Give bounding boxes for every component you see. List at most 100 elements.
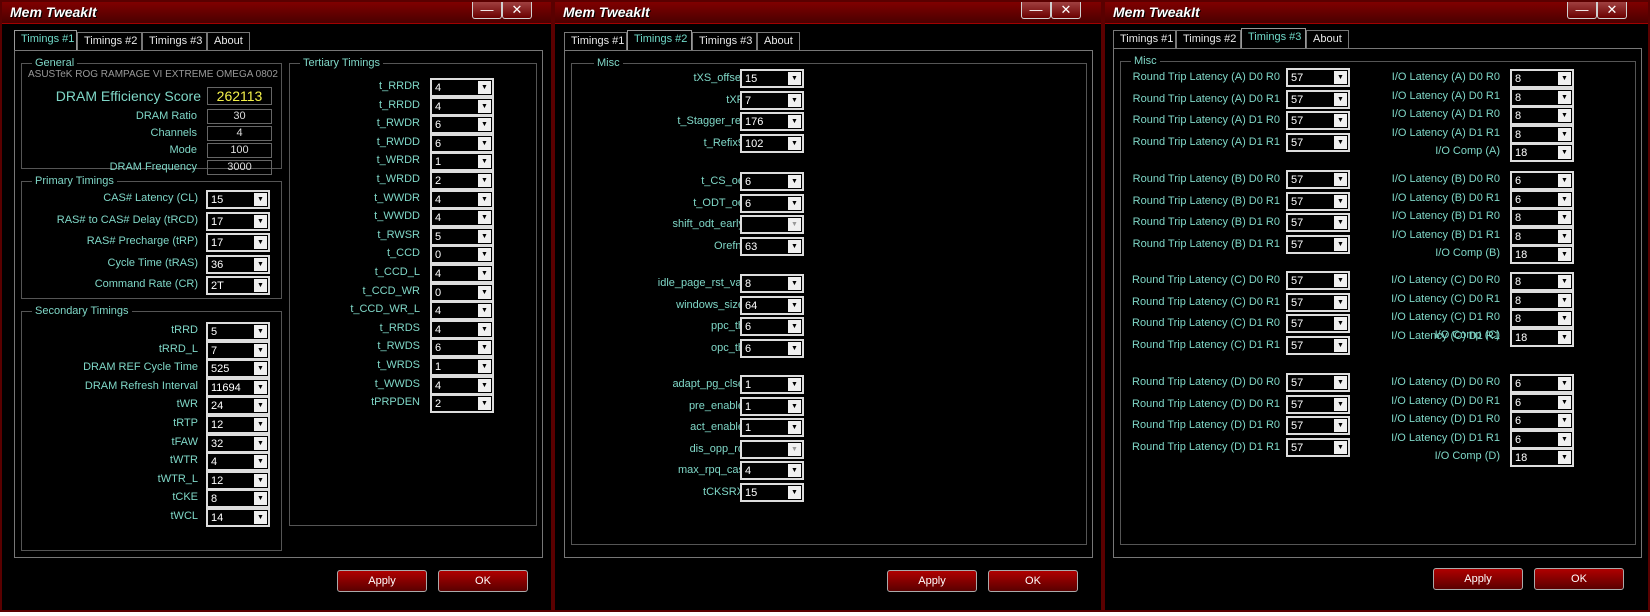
chevron-down-icon[interactable]: ▼ <box>788 196 801 210</box>
chevron-down-icon[interactable]: ▼ <box>1558 414 1571 428</box>
chevron-down-icon[interactable]: ▼ <box>478 192 491 206</box>
value-dropdown[interactable]: 8 ▼ <box>1510 290 1574 310</box>
value-dropdown[interactable]: 6 ▼ <box>1510 171 1574 190</box>
value-dropdown[interactable]: 4 ▼ <box>430 78 494 97</box>
chevron-down-icon[interactable]: ▼ <box>478 267 491 280</box>
value-dropdown[interactable]: 15 ▼ <box>206 190 270 209</box>
chevron-down-icon[interactable]: ▼ <box>254 343 267 357</box>
value-dropdown[interactable]: 63 ▼ <box>740 236 804 256</box>
value-dropdown[interactable]: 6 ▼ <box>1510 411 1574 431</box>
value-dropdown[interactable]: 6 ▼ <box>430 115 494 135</box>
chevron-down-icon[interactable]: ▼ <box>254 511 267 524</box>
value-dropdown[interactable]: 4 ▼ <box>430 189 494 209</box>
ok-button[interactable]: OK <box>438 570 528 592</box>
chevron-down-icon[interactable]: ▼ <box>254 236 267 249</box>
chevron-down-icon[interactable]: ▼ <box>788 218 801 231</box>
chevron-down-icon[interactable]: ▼ <box>788 298 801 312</box>
chevron-down-icon[interactable]: ▼ <box>478 304 491 318</box>
tab-timings-3[interactable]: Timings #3 <box>692 32 757 50</box>
value-dropdown[interactable]: 8 ▼ <box>1510 69 1574 88</box>
value-dropdown[interactable]: 7 ▼ <box>206 340 270 360</box>
chevron-down-icon[interactable]: ▼ <box>1558 432 1571 446</box>
chevron-down-icon[interactable]: ▼ <box>478 248 491 262</box>
chevron-down-icon[interactable]: ▼ <box>478 211 491 225</box>
value-dropdown[interactable]: 6 ▼ <box>430 133 494 153</box>
tab-about[interactable]: About <box>757 32 800 50</box>
chevron-down-icon[interactable]: ▼ <box>788 485 801 499</box>
value-dropdown[interactable]: 6 ▼ <box>1510 392 1574 412</box>
value-dropdown[interactable]: 14 ▼ <box>206 508 270 527</box>
value-dropdown[interactable]: 15 ▼ <box>740 482 804 502</box>
chevron-down-icon[interactable]: ▼ <box>478 378 491 392</box>
chevron-down-icon[interactable]: ▼ <box>788 341 801 355</box>
value-dropdown[interactable]: 0 ▼ <box>430 245 494 265</box>
tab-timings-3[interactable]: Timings #3 <box>142 32 207 50</box>
tab-timings-1[interactable]: Timings #1 <box>1113 30 1176 48</box>
value-dropdown[interactable]: 176 ▼ <box>740 112 804 131</box>
value-dropdown[interactable]: 6 ▼ <box>1510 374 1574 393</box>
chevron-down-icon[interactable]: ▼ <box>254 473 267 487</box>
chevron-down-icon[interactable]: ▼ <box>478 118 491 132</box>
value-dropdown[interactable]: 4 ▼ <box>430 96 494 116</box>
value-dropdown[interactable]: 6 ▼ <box>740 172 804 191</box>
value-dropdown[interactable]: 7 ▼ <box>740 90 804 110</box>
chevron-down-icon[interactable]: ▼ <box>788 239 801 253</box>
apply-button[interactable]: Apply <box>337 570 427 592</box>
chevron-down-icon[interactable]: ▼ <box>478 285 491 299</box>
value-dropdown[interactable]: 8 ▼ <box>740 274 804 293</box>
chevron-down-icon[interactable]: ▼ <box>254 193 267 206</box>
value-dropdown[interactable]: 18 ▼ <box>1510 143 1574 163</box>
value-dropdown[interactable]: 12 ▼ <box>206 415 270 434</box>
tab-timings-1[interactable]: Timings #1 <box>564 32 627 50</box>
value-dropdown[interactable]: 6 ▼ <box>740 338 804 358</box>
close-button[interactable]: ✕ <box>1597 2 1627 19</box>
chevron-down-icon[interactable]: ▼ <box>478 99 491 113</box>
chevron-down-icon[interactable]: ▼ <box>254 214 267 228</box>
value-dropdown[interactable]: 6 ▼ <box>430 338 494 358</box>
chevron-down-icon[interactable]: ▼ <box>478 341 491 355</box>
value-dropdown[interactable]: 11694 ▼ <box>206 377 270 397</box>
value-dropdown[interactable]: 4 ▼ <box>430 208 494 228</box>
apply-button[interactable]: Apply <box>887 570 977 592</box>
value-dropdown[interactable]: 6 ▼ <box>740 193 804 213</box>
chevron-down-icon[interactable]: ▼ <box>1558 293 1571 307</box>
chevron-down-icon[interactable]: ▼ <box>478 81 491 94</box>
chevron-down-icon[interactable]: ▼ <box>788 442 801 456</box>
title-bar[interactable]: Mem TweakIt — ✕ <box>2 2 551 24</box>
tab-timings-2[interactable]: Timings #2 <box>77 32 142 50</box>
value-dropdown[interactable]: 18 ▼ <box>1510 245 1574 265</box>
value-dropdown[interactable]: ▼ <box>740 439 804 459</box>
chevron-down-icon[interactable]: ▼ <box>788 115 801 128</box>
value-dropdown[interactable]: 6 ▼ <box>1510 429 1574 449</box>
value-dropdown[interactable]: 102 ▼ <box>740 133 804 153</box>
chevron-down-icon[interactable]: ▼ <box>788 72 801 85</box>
value-dropdown[interactable]: 1 ▼ <box>430 357 494 376</box>
value-dropdown[interactable]: 0 ▼ <box>430 282 494 302</box>
chevron-down-icon[interactable]: ▼ <box>254 362 267 376</box>
value-dropdown[interactable]: 4 ▼ <box>206 452 270 472</box>
close-button[interactable]: ✕ <box>502 2 532 19</box>
value-dropdown[interactable]: 64 ▼ <box>740 295 804 315</box>
chevron-down-icon[interactable]: ▼ <box>788 378 801 391</box>
chevron-down-icon[interactable]: ▼ <box>254 380 267 394</box>
chevron-down-icon[interactable]: ▼ <box>1558 174 1571 187</box>
value-dropdown[interactable]: 5 ▼ <box>206 322 270 341</box>
chevron-down-icon[interactable]: ▼ <box>254 279 267 292</box>
chevron-down-icon[interactable]: ▼ <box>1558 109 1571 123</box>
value-dropdown[interactable]: 8 ▼ <box>1510 309 1574 329</box>
chevron-down-icon[interactable]: ▼ <box>1558 330 1571 344</box>
title-bar[interactable]: Mem TweakIt — ✕ <box>555 2 1101 24</box>
value-dropdown[interactable]: 8 ▼ <box>1510 208 1574 228</box>
value-dropdown[interactable]: 8 ▼ <box>1510 272 1574 291</box>
value-dropdown[interactable]: 2 ▼ <box>430 394 494 414</box>
tab-about[interactable]: About <box>207 32 250 50</box>
value-dropdown[interactable]: ▼ <box>740 215 804 234</box>
value-dropdown[interactable]: 8 ▼ <box>1510 87 1574 107</box>
chevron-down-icon[interactable]: ▼ <box>788 175 801 188</box>
chevron-down-icon[interactable]: ▼ <box>1558 211 1571 225</box>
chevron-down-icon[interactable]: ▼ <box>254 436 267 450</box>
value-dropdown[interactable]: 8 ▼ <box>1510 124 1574 144</box>
chevron-down-icon[interactable]: ▼ <box>788 277 801 290</box>
value-dropdown[interactable]: 525 ▼ <box>206 359 270 379</box>
chevron-down-icon[interactable]: ▼ <box>788 93 801 107</box>
